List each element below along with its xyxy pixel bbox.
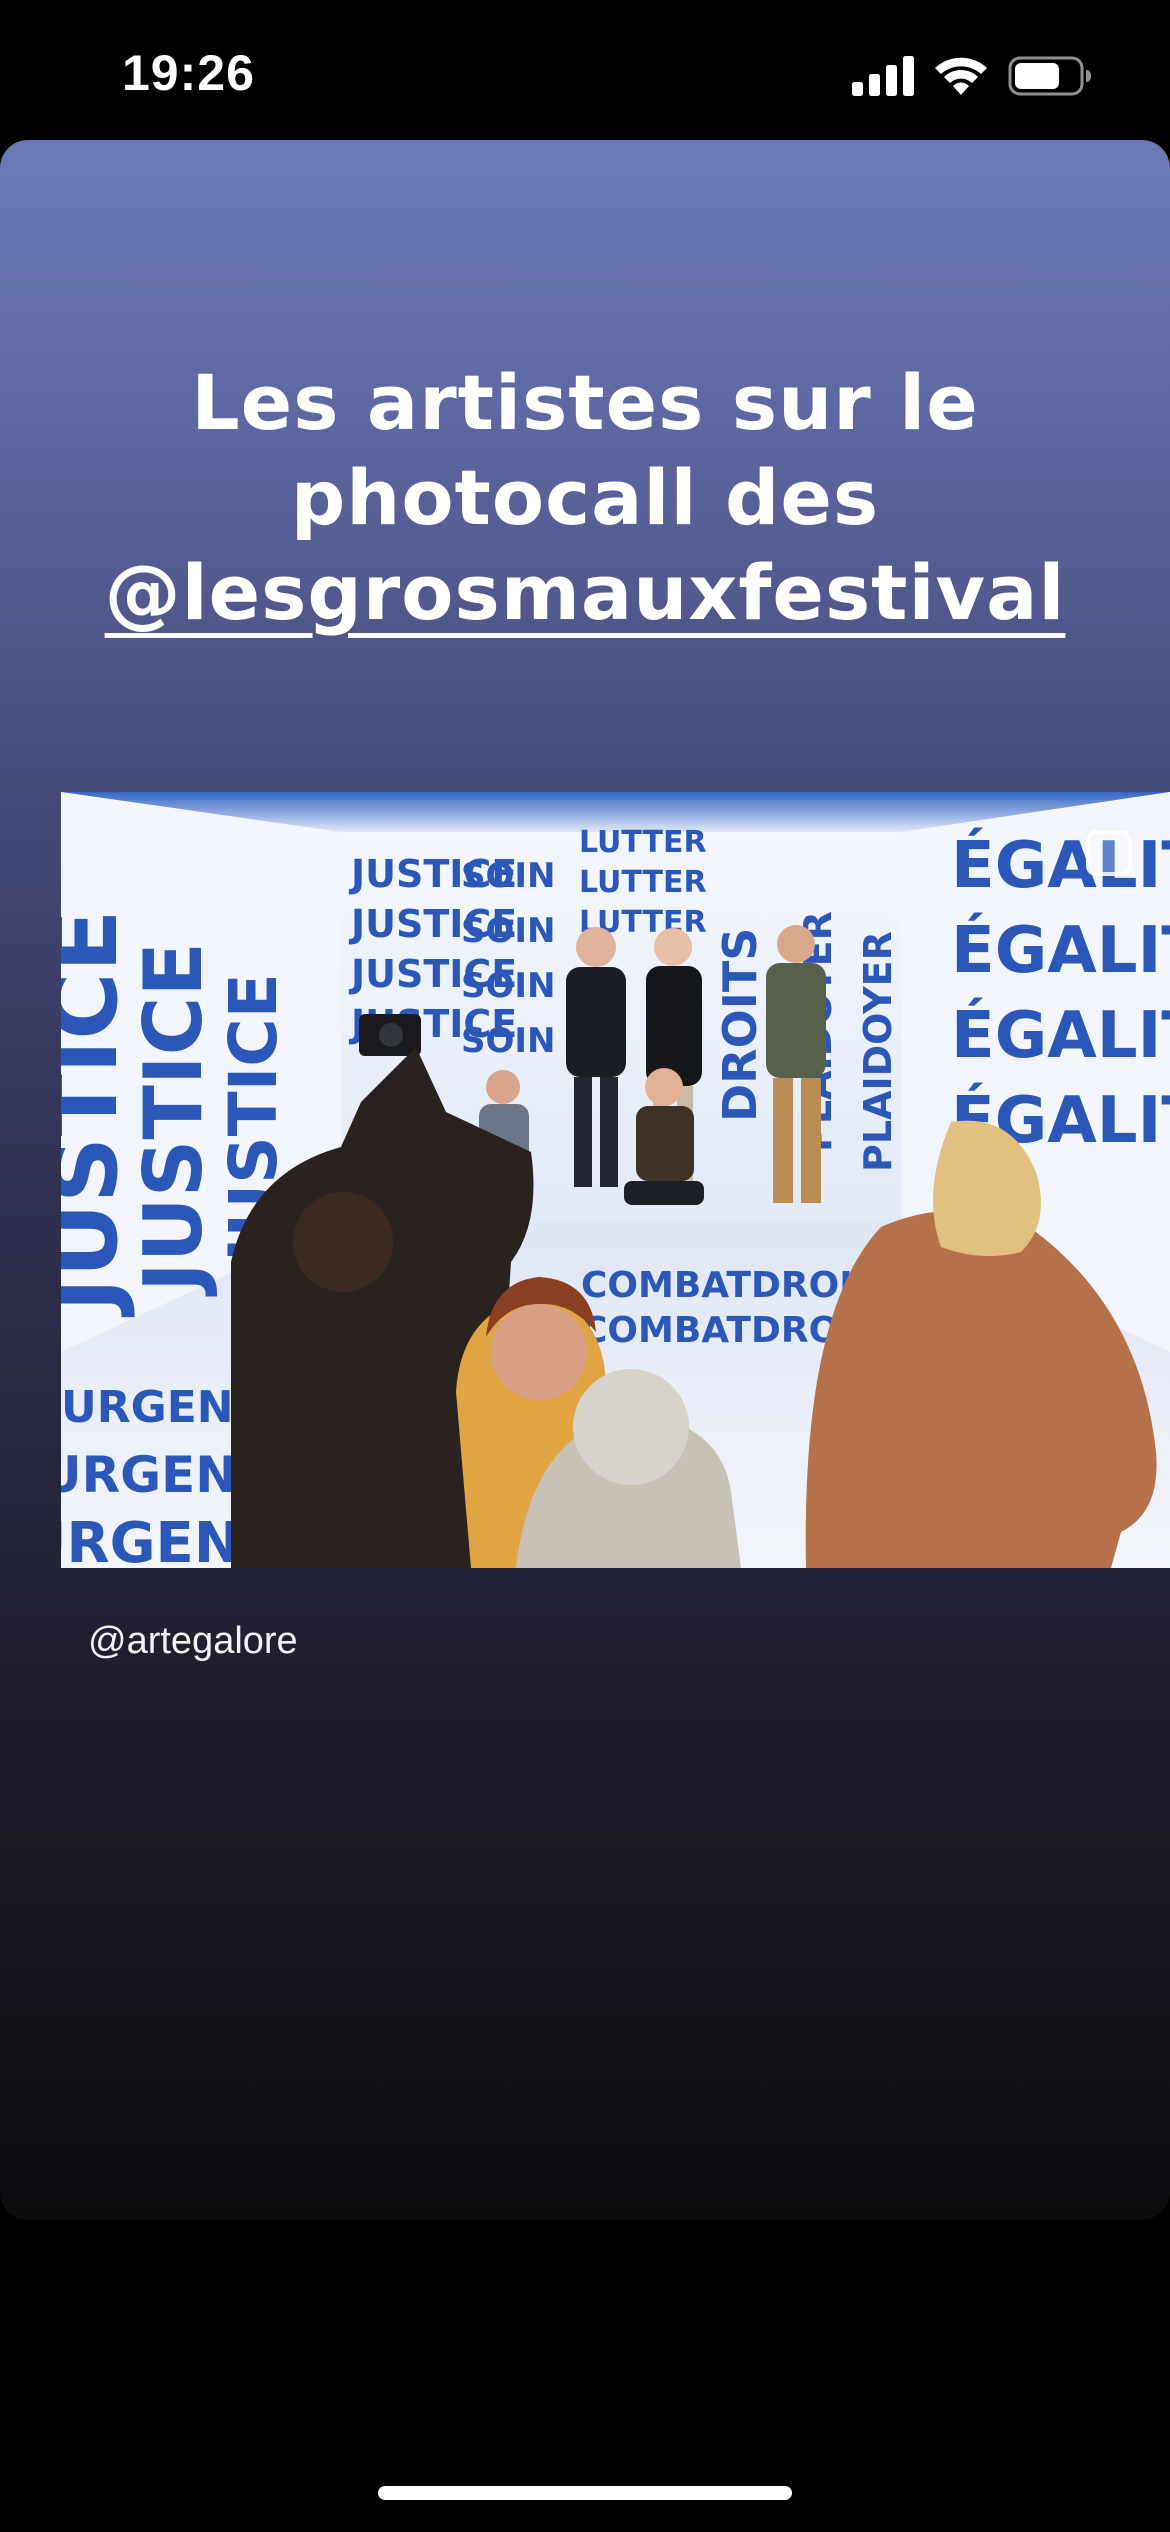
wall-word-egalite: ÉGALITÉ	[951, 997, 1170, 1073]
floor-word-combat: COMBAT	[581, 1265, 751, 1306]
wifi-icon	[935, 57, 987, 95]
wall-word-egalite: ÉGALITÉ	[951, 912, 1170, 988]
story-title-line-2: photocall des	[290, 453, 880, 542]
status-time: 19:26	[122, 45, 255, 101]
status-bar: 19:26	[0, 0, 1170, 140]
battery-icon	[1008, 56, 1091, 96]
photo-overlay-square-icon	[1086, 830, 1132, 876]
wall-word-egalite: ÉGALITÉ	[951, 827, 1170, 903]
cellular-signal-icon	[852, 56, 914, 96]
floor-word-combat: COMBAT	[581, 1310, 751, 1351]
photo-credit-mention[interactable]: @artegalore	[88, 1620, 298, 1663]
wall-word-justice: JUSTICE	[127, 942, 220, 1297]
wall-word-plaidoyer: PLAIDOYER	[856, 931, 900, 1172]
story-title-line-1: Les artistes sur le	[191, 358, 979, 447]
photocall-image: JUSTICE JUSTICE JUSTICE JUSTICE JUSTICE …	[61, 792, 1170, 1568]
story-photo: JUSTICE JUSTICE JUSTICE JUSTICE JUSTICE …	[61, 792, 1170, 1568]
wall-word-soin: SOIN	[461, 911, 556, 951]
wall-word-lutter: LUTTER	[579, 865, 707, 900]
wall-word-soin: SOIN	[461, 856, 556, 896]
home-indicator[interactable]	[378, 2486, 792, 2500]
wall-word-soin: SOIN	[461, 966, 556, 1006]
story-card[interactable]: Les artistes sur le photocall des @lesgr…	[0, 140, 1170, 2220]
wall-word-soin: SOIN	[461, 1021, 556, 1061]
story-title: Les artistes sur le photocall des @lesgr…	[85, 355, 1085, 640]
wall-word-lutter: LUTTER	[579, 825, 707, 860]
festival-mention-link[interactable]: @lesgrosmauxfestival	[105, 548, 1066, 637]
wall-word-droits: DROITS	[713, 928, 767, 1122]
